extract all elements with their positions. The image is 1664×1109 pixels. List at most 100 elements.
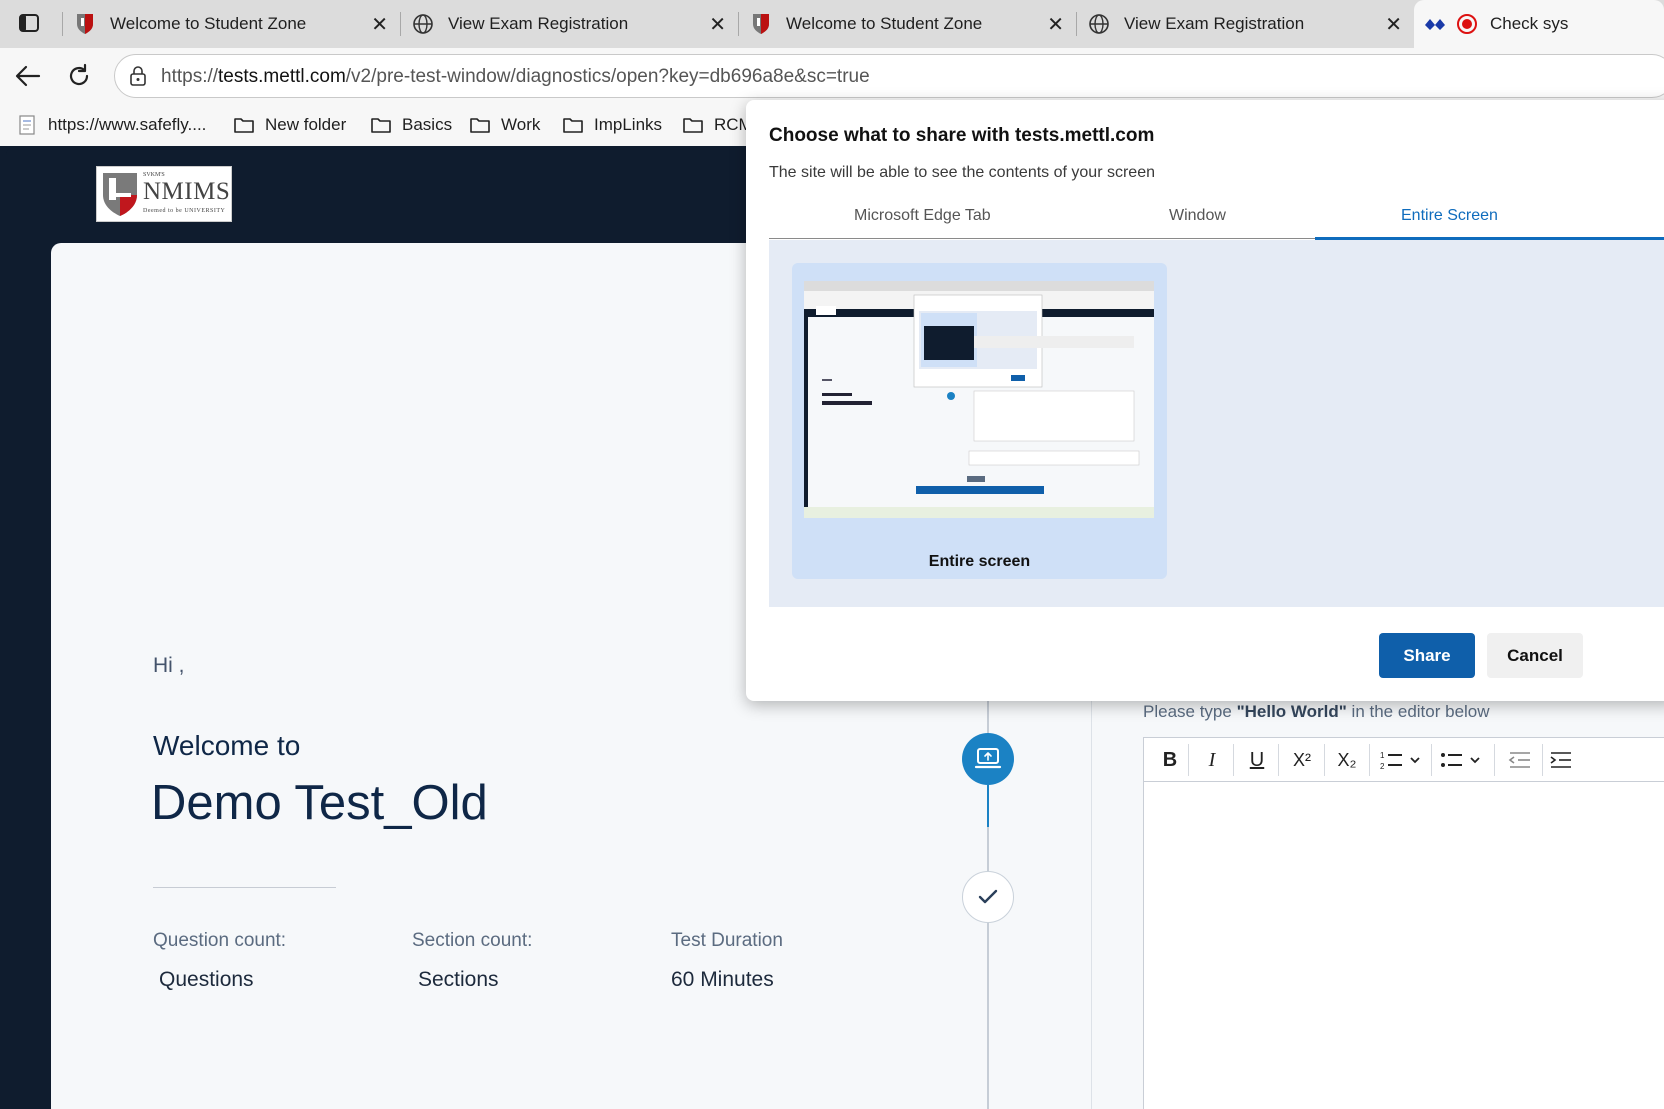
tab-title: Welcome to Student Zone — [786, 14, 983, 33]
tab-check-system[interactable]: Check sys — [1414, 0, 1664, 48]
tab-student-zone-2[interactable]: Welcome to Student Zone ✕ — [738, 4, 1076, 44]
stepper-line — [987, 923, 989, 1109]
bookmark-folder-rcm[interactable]: RCM — [682, 112, 753, 138]
nmims-shield-icon — [750, 13, 772, 35]
tab-title: View Exam Registration — [1124, 14, 1305, 33]
entire-screen-option[interactable]: Entire screen — [792, 263, 1167, 579]
page-icon — [19, 115, 35, 135]
bulleted-list-icon — [1441, 753, 1480, 767]
tab-window[interactable]: Window — [1169, 207, 1226, 225]
back-button[interactable] — [10, 58, 46, 94]
tab-exam-registration-1[interactable]: View Exam Registration ✕ — [400, 4, 738, 44]
nmims-logo: SVKM'S NMIMS Deemed to be UNIVERSITY — [96, 166, 232, 222]
rich-text-editor[interactable]: B I U X² X₂ 12 — [1143, 737, 1664, 1109]
numbered-list-button[interactable]: 12 — [1376, 738, 1428, 782]
close-tab-icon[interactable]: ✕ — [1047, 12, 1064, 37]
italic-button[interactable]: I — [1194, 738, 1230, 782]
bookmark-label: Basics — [402, 115, 453, 134]
toolbar-separator — [1278, 744, 1279, 776]
tab-entire-screen[interactable]: Entire Screen — [1401, 207, 1498, 225]
svg-text:1: 1 — [1380, 751, 1385, 760]
bookmark-folder-work[interactable]: Work — [469, 112, 540, 138]
section-count-value: Sections — [418, 968, 499, 991]
toolbar-separator — [1431, 744, 1432, 776]
folder-icon — [234, 118, 254, 133]
panel-divider — [1091, 693, 1092, 1109]
bookmark-safefly[interactable]: https://www.safefly.... — [16, 112, 206, 138]
dialog-title: Choose what to share with tests.mettl.co… — [769, 125, 1155, 146]
outdent-icon — [1508, 752, 1530, 768]
folder-icon — [563, 118, 583, 133]
test-duration-value: 60 Minutes — [671, 968, 774, 991]
close-tab-icon[interactable]: ✕ — [371, 12, 388, 37]
share-source-list: Entire screen — [769, 240, 1664, 607]
bookmark-folder-new-folder[interactable]: New folder — [233, 112, 346, 138]
tab-edge-tab[interactable]: Microsoft Edge Tab — [854, 207, 991, 225]
screen-share-dialog: Choose what to share with tests.mettl.co… — [746, 100, 1664, 701]
bookmark-folder-basics[interactable]: Basics — [370, 112, 452, 138]
numbered-list-icon: 12 — [1380, 751, 1420, 771]
mettl-icon — [1424, 13, 1446, 35]
cancel-button[interactable]: Cancel — [1487, 633, 1583, 678]
share-button[interactable]: Share — [1379, 633, 1475, 678]
url-host: tests.mettl.com — [218, 66, 346, 87]
editor-toolbar: B I U X² X₂ 12 — [1144, 738, 1664, 782]
logo-name: NMIMS — [143, 178, 231, 205]
outdent-button[interactable] — [1500, 738, 1540, 782]
url-path: /v2/pre-test-window/diagnostics/open?key… — [345, 66, 870, 87]
address-bar[interactable]: https://tests.mettl.com/v2/pre-test-wind… — [114, 54, 1664, 98]
instruction-suffix: in the editor below — [1346, 702, 1490, 721]
indent-icon — [1550, 752, 1571, 768]
bulleted-list-button[interactable] — [1436, 738, 1488, 782]
test-duration-label: Test Duration — [671, 930, 783, 951]
tab-actions-icon[interactable] — [10, 8, 48, 38]
url-scheme: https:// — [161, 66, 219, 87]
entire-screen-label: Entire screen — [928, 553, 1031, 570]
bookmark-label: ImpLinks — [594, 115, 663, 134]
folder-icon — [470, 118, 490, 133]
url-text[interactable]: https://tests.mettl.com/v2/pre-test-wind… — [161, 66, 870, 88]
question-count-value: Questions — [159, 968, 254, 991]
refresh-button[interactable] — [61, 58, 97, 94]
svg-text:2: 2 — [1380, 762, 1385, 771]
underline-button[interactable]: U — [1239, 738, 1275, 782]
test-name: Demo Test_Old — [151, 776, 488, 830]
globe-icon — [1088, 13, 1110, 35]
dialog-subtitle: The site will be able to see the content… — [769, 164, 1155, 181]
toolbar-separator — [1188, 744, 1189, 776]
bookmark-label: Work — [501, 115, 541, 134]
checkmark-icon — [978, 889, 998, 904]
bookmark-folder-implinks[interactable]: ImpLinks — [562, 112, 662, 138]
indent-button[interactable] — [1546, 738, 1576, 782]
editor-instruction: Please type "Hello World" in the editor … — [1143, 702, 1490, 722]
tab-title: View Exam Registration — [448, 14, 629, 33]
close-tab-icon[interactable]: ✕ — [709, 12, 726, 37]
stepper-line-active — [987, 785, 989, 827]
recording-icon — [1456, 13, 1478, 35]
toolbar-separator — [1324, 744, 1325, 776]
question-count-label: Question count: — [153, 930, 287, 951]
instruction-prefix: Please type — [1143, 702, 1237, 721]
tab-student-zone-1[interactable]: Welcome to Student Zone ✕ — [62, 4, 400, 44]
divider — [153, 887, 336, 888]
globe-icon — [412, 13, 434, 35]
welcome-text: Welcome to — [153, 730, 301, 761]
toolbar-separator — [1494, 744, 1495, 776]
tab-title: Welcome to Student Zone — [110, 14, 307, 33]
bold-button[interactable]: B — [1152, 738, 1188, 782]
instruction-bold: "Hello World" — [1236, 702, 1347, 721]
tab-exam-registration-2[interactable]: View Exam Registration ✕ — [1076, 4, 1414, 44]
screen-thumbnail-image — [804, 281, 1154, 518]
close-tab-icon[interactable]: ✕ — [1385, 12, 1402, 37]
folder-icon — [371, 118, 391, 133]
nmims-shield-icon — [74, 13, 96, 35]
step-completed[interactable] — [962, 871, 1014, 923]
superscript-button[interactable]: X² — [1284, 738, 1320, 782]
step-screen-share[interactable] — [962, 733, 1014, 785]
tab-title: Check sys — [1490, 14, 1569, 33]
subscript-button[interactable]: X₂ — [1329, 738, 1365, 782]
stepper-line — [987, 827, 989, 871]
lock-icon[interactable] — [127, 65, 149, 87]
screen-share-icon — [974, 748, 1002, 769]
section-count-label: Section count: — [412, 930, 533, 951]
